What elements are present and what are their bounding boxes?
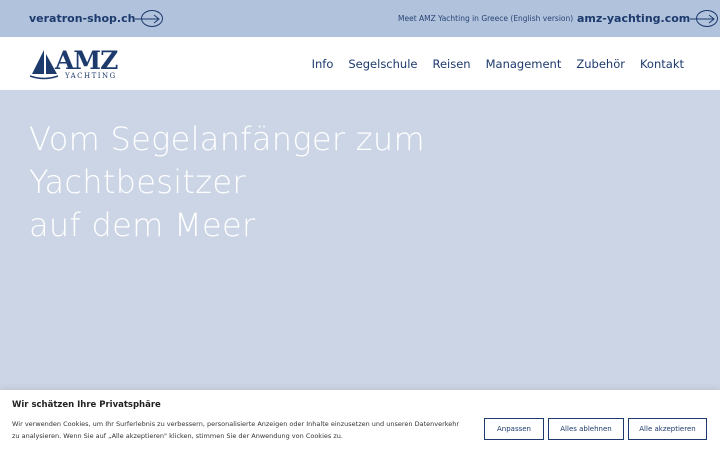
hero-title-line-1: Vom Segelanfänger zum	[29, 120, 425, 158]
arrow-right-icon	[135, 10, 164, 27]
arrow-right-icon	[690, 10, 719, 27]
amz-yachting-com-label: amz-yachting.com	[577, 12, 691, 25]
nav-item-info[interactable]: Info	[312, 57, 334, 71]
cookie-banner-text: Wir verwenden Cookies, um Ihr Surferlebn…	[12, 420, 460, 440]
nav-item-segelschule[interactable]: Segelschule	[348, 57, 417, 71]
primary-nav: Info Segelschule Reisen Management Zubeh…	[312, 37, 684, 90]
cookie-accept-all-button[interactable]: Alle akzeptieren	[628, 418, 707, 440]
veratron-shop-label: veratron-shop.ch	[29, 12, 136, 25]
nav-item-reisen[interactable]: Reisen	[432, 57, 470, 71]
logo-main-text: AMZ	[55, 46, 118, 75]
amz-yachting-logo[interactable]: AMZ YACHTING	[29, 46, 121, 82]
english-version-link[interactable]: Meet AMZ Yachting in Greece (English ver…	[398, 0, 573, 37]
nav-item-kontakt[interactable]: Kontakt	[640, 57, 684, 71]
cookie-banner-title: Wir schätzen Ihre Privatsphäre	[12, 400, 161, 410]
top-bar: veratron-shop.ch Meet AMZ Yachting in Gr…	[0, 0, 720, 37]
cookie-reject-all-button[interactable]: Alles ablehnen	[548, 418, 624, 440]
nav-item-management[interactable]: Management	[486, 57, 562, 71]
hero-title-line-3: auf dem Meer	[29, 206, 256, 244]
cookie-banner: Wir schätzen Ihre Privatsphäre Wir verwe…	[0, 390, 720, 450]
hero-title-line-2: Yachtbesitzer	[29, 163, 246, 201]
main-navbar: AMZ YACHTING Info Segelschule Reisen Man…	[0, 37, 720, 90]
veratron-shop-link[interactable]: veratron-shop.ch	[29, 0, 164, 37]
nav-item-zubehoer[interactable]: Zubehör	[576, 57, 625, 71]
amz-yachting-com-link[interactable]: amz-yachting.com	[577, 0, 719, 37]
cookie-customize-button[interactable]: Anpassen	[484, 418, 544, 440]
hero-title: Vom Segelanfänger zum Yachtbesitzer auf …	[29, 118, 425, 247]
logo-sub-text: YACHTING	[65, 72, 117, 80]
